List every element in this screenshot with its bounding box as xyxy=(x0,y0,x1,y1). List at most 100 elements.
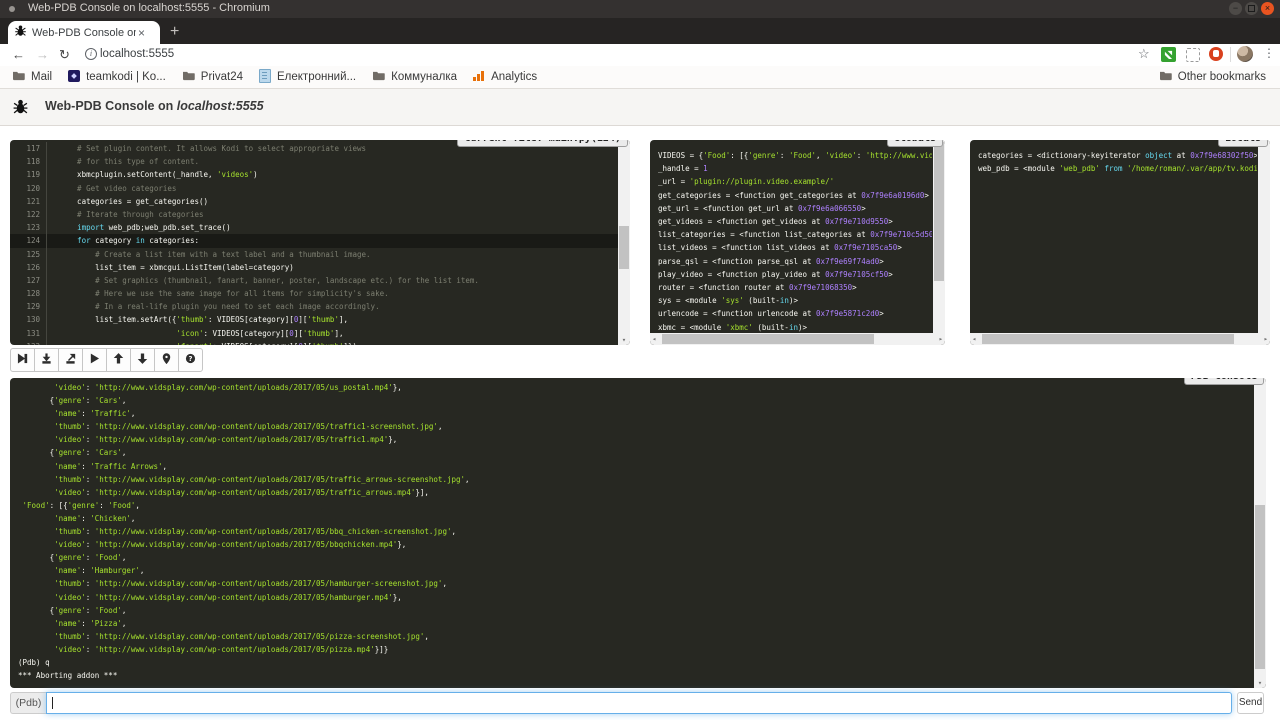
console-output-line: {'genre': 'Food', xyxy=(18,551,1252,564)
scroll-right-arrow-icon[interactable]: ▸ xyxy=(939,333,943,345)
globals-entry: xbmc = <module 'xbmc' (built-in)> xyxy=(658,321,932,333)
bookmark-label: Mail xyxy=(31,71,52,83)
step-button[interactable] xyxy=(34,348,59,372)
browser-menu-icon[interactable]: ⋮ xyxy=(1263,46,1275,60)
console-output-line: *** Aborting addon *** xyxy=(18,669,1252,682)
console-output-line: 'video': 'http://www.vidsplay.com/wp-con… xyxy=(18,433,1252,446)
console-vertical-scrollbar[interactable]: ▾ xyxy=(1254,378,1266,688)
console-output-line: 'video': 'http://www.vidsplay.com/wp-con… xyxy=(18,591,1252,604)
globals-horizontal-scrollbar[interactable]: ◂▸ xyxy=(650,333,945,345)
scroll-down-arrow-icon[interactable]: ▾ xyxy=(1254,678,1266,688)
globals-entry: _url = 'plugin://plugin.video.example/' xyxy=(658,175,932,188)
scroll-right-arrow-icon[interactable]: ▸ xyxy=(1264,333,1268,345)
scrollbar-thumb[interactable] xyxy=(982,334,1234,344)
console-output-line: 'thumb': 'http://www.vidsplay.com/wp-con… xyxy=(18,473,1252,486)
console-output-line: 'thumb': 'http://www.vidsplay.com/wp-con… xyxy=(18,525,1252,538)
other-bookmarks-button[interactable]: Other bookmarks xyxy=(1159,66,1266,88)
where-button[interactable] xyxy=(154,348,179,372)
scroll-down-arrow-icon[interactable]: ▾ xyxy=(618,335,630,345)
document-icon xyxy=(259,69,271,86)
scroll-left-arrow-icon[interactable]: ◂ xyxy=(652,333,656,345)
next-button[interactable] xyxy=(10,348,35,372)
scrollbar-thumb[interactable] xyxy=(1255,505,1265,669)
continue-button[interactable] xyxy=(82,348,107,372)
new-tab-button[interactable]: + xyxy=(170,21,179,43)
extension-placeholder-icon[interactable] xyxy=(1186,48,1200,62)
console-output-line: 'thumb': 'http://www.vidsplay.com/wp-con… xyxy=(18,630,1252,643)
window-dot-icon xyxy=(9,6,15,12)
debugger-toolbar: ? xyxy=(10,348,203,372)
code-line: 118 # for this type of content. xyxy=(10,155,618,168)
bookmarks-bar: Mail teamkodi | Ko... Privat24 Електронний.… xyxy=(0,66,1280,89)
locals-entry: categories = <dictionary-keyiterator obj… xyxy=(978,149,1257,162)
line-number: 119 xyxy=(10,168,47,181)
code-line: 125 # Create a list item with a text lab… xyxy=(10,248,618,261)
globals-entry: router = <function router at 0x7f9e71068… xyxy=(658,281,932,294)
address-bar[interactable]: localhost:5555 xyxy=(100,48,174,60)
console-output-line: 'Food': [{'genre': 'Food', xyxy=(18,499,1252,512)
line-number: 127 xyxy=(10,274,47,287)
map-marker-icon xyxy=(161,351,172,369)
scrollbar-thumb[interactable] xyxy=(934,142,944,281)
code-line: 132 'fanart': VIDEOS[category][0]['thumb… xyxy=(10,340,618,345)
svg-text:?: ? xyxy=(189,355,193,363)
locals-horizontal-scrollbar[interactable]: ◂▸ xyxy=(970,333,1270,345)
code-line: 123 import web_pdb;web_pdb.set_trace() xyxy=(10,221,618,234)
chromium-window: Web-PDB Console on localhost:5555 - Chro… xyxy=(0,0,1280,720)
code-line: 128 # Here we use the same image for all… xyxy=(10,287,618,300)
console-output-line: 'video': 'http://www.vidsplay.com/wp-con… xyxy=(18,381,1252,394)
console-output-line: 'video': 'http://www.vidsplay.com/wp-con… xyxy=(18,643,1252,656)
locals-vertical-scrollbar[interactable] xyxy=(1258,140,1270,333)
bookmark-item[interactable]: teamkodi | Ko... xyxy=(68,70,166,85)
locals-badge: Locals xyxy=(1218,140,1268,147)
line-number: 130 xyxy=(10,313,47,326)
down-button[interactable] xyxy=(130,348,155,372)
globals-entry: get_url = <function get_url at 0x7f9e6a0… xyxy=(658,202,932,215)
scrollbar-thumb[interactable] xyxy=(662,334,874,344)
extension-green-icon[interactable] xyxy=(1161,47,1176,62)
window-close-button[interactable]: × xyxy=(1261,2,1274,15)
bookmark-star-icon[interactable]: ☆ xyxy=(1138,45,1150,63)
browser-tab[interactable]: Web-PDB Console on loca × xyxy=(8,21,160,44)
text-caret xyxy=(52,697,53,709)
bookmark-item[interactable]: Privat24 xyxy=(182,70,243,84)
help-button[interactable]: ? xyxy=(178,348,203,372)
pdb-console-badge: PDB Console xyxy=(1184,378,1264,385)
kodi-icon xyxy=(68,70,80,85)
back-icon[interactable]: ← xyxy=(12,46,25,64)
bookmark-label: Analytics xyxy=(491,71,537,83)
globals-entry: _handle = 1 xyxy=(658,162,932,175)
up-button[interactable] xyxy=(106,348,131,372)
reload-icon[interactable]: ↻ xyxy=(59,46,70,64)
console-output-line: 'thumb': 'http://www.vidsplay.com/wp-con… xyxy=(18,577,1252,590)
globals-badge: Globals xyxy=(887,140,943,147)
send-button[interactable]: Send xyxy=(1237,692,1264,714)
globals-entry: parse_qsl = <function parse_qsl at 0x7f9… xyxy=(658,255,932,268)
globals-entry: list_videos = <function list_videos at 0… xyxy=(658,241,932,254)
question-icon: ? xyxy=(185,351,196,369)
globals-vertical-scrollbar[interactable] xyxy=(933,140,945,333)
window-minimize-button[interactable]: − xyxy=(1229,2,1242,15)
chart-icon xyxy=(473,70,485,85)
extension-red-icon[interactable] xyxy=(1209,47,1223,61)
bookmark-item[interactable]: Mail xyxy=(12,70,52,84)
scroll-left-arrow-icon[interactable]: ◂ xyxy=(972,333,976,345)
tab-close-icon[interactable]: × xyxy=(138,27,145,39)
return-button[interactable] xyxy=(58,348,83,372)
step-into-icon xyxy=(41,351,52,369)
window-maximize-button[interactable] xyxy=(1245,2,1258,15)
pdb-console-panel: PDB Console 'video': 'http://www.vidspla… xyxy=(10,378,1266,688)
bookmark-item[interactable]: Електронний... xyxy=(259,69,356,86)
code-line: 129 # In a real-life plugin you need to … xyxy=(10,300,618,313)
other-bookmarks-label: Other bookmarks xyxy=(1178,71,1266,83)
bookmark-item[interactable]: Коммуналка xyxy=(372,70,457,84)
bookmark-item[interactable]: Analytics xyxy=(473,70,537,85)
app-header: Web-PDB Console on localhost:5555 xyxy=(0,89,1280,126)
maximize-icon xyxy=(1248,5,1255,12)
profile-avatar[interactable] xyxy=(1237,46,1253,62)
scrollbar-thumb[interactable] xyxy=(619,226,629,269)
code-vertical-scrollbar[interactable]: ▾ xyxy=(618,140,630,345)
command-input[interactable] xyxy=(46,692,1232,714)
site-info-icon[interactable]: i xyxy=(85,48,97,60)
globals-entry: sys = <module 'sys' (built-in)> xyxy=(658,294,932,307)
